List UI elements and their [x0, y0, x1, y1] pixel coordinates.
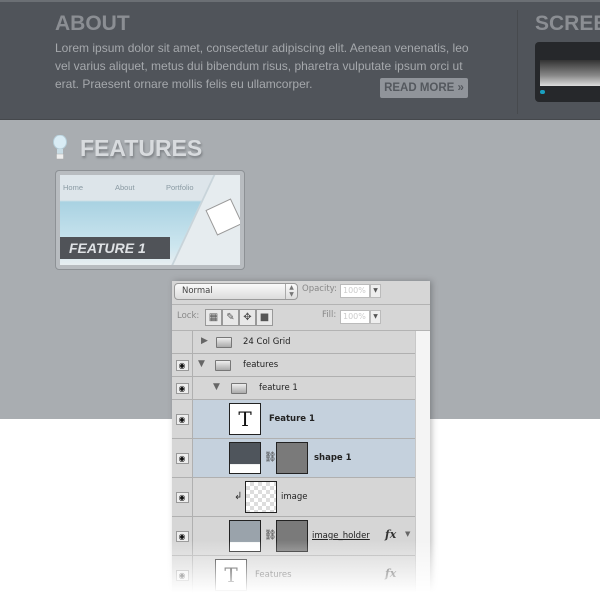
opacity-dropdown-arrow[interactable]: ▼ [370, 284, 381, 298]
clipping-arrow-icon: ↲ [234, 491, 243, 502]
eye-icon: ◉ [175, 491, 189, 503]
layer-name: features [243, 360, 279, 370]
feature-label: FEATURE 1 [60, 237, 170, 259]
visibility-toggle[interactable]: ◉ [172, 400, 193, 438]
about-title: ABOUT [55, 12, 130, 35]
visibility-toggle[interactable]: ◉ [172, 377, 193, 399]
layer-name: shape 1 [314, 453, 352, 463]
card-nav-item: Home [63, 183, 84, 192]
expand-arrow-icon[interactable]: ▶ [201, 336, 208, 346]
about-section: ABOUT Lorem ipsum dolor sit amet, consec… [0, 0, 600, 120]
layer-name: image_holder [312, 531, 370, 541]
eye-icon: ◉ [175, 530, 189, 542]
visibility-toggle[interactable]: ◉ [172, 556, 193, 594]
divider [517, 10, 518, 114]
link-icon[interactable]: ⛓ [264, 530, 277, 541]
lock-brush-icon[interactable]: ✎ [222, 309, 239, 326]
text-layer-thumbnail: T [215, 559, 247, 591]
layer-row[interactable]: ▶ 24 Col Grid [172, 331, 415, 354]
scrollbar[interactable] [415, 331, 430, 602]
folder-icon [216, 337, 232, 348]
layer-thumbnail [229, 520, 261, 552]
card-nav-item: About [115, 183, 135, 192]
layer-row-selected[interactable]: ◉ T Feature 1 [172, 400, 415, 439]
opacity-label: Opacity: [302, 284, 337, 294]
lock-label: Lock: [177, 311, 200, 321]
layer-row[interactable]: ◉ T Features fx [172, 556, 415, 595]
screens-title: SCREE [535, 12, 600, 35]
text-layer-thumbnail: T [229, 403, 261, 435]
layer-name: feature 1 [259, 383, 298, 393]
layer-name: 24 Col Grid [243, 337, 291, 347]
lock-move-icon[interactable]: ✥ [239, 309, 256, 326]
vector-mask-thumbnail [276, 520, 308, 552]
opacity-input[interactable]: 100% [340, 284, 370, 298]
updown-arrow-icon: ▲ ▼ [285, 284, 297, 299]
eye-icon: ◉ [175, 452, 189, 464]
lock-transparency-icon[interactable]: ▦ [205, 309, 222, 326]
visibility-toggle[interactable]: ◉ [172, 439, 193, 477]
layer-thumbnail [229, 442, 261, 474]
blend-mode-select[interactable]: Normal ▲ ▼ [174, 283, 298, 300]
image-layer-thumbnail [245, 481, 277, 513]
visibility-toggle[interactable]: ◉ [172, 354, 193, 376]
folder-icon [231, 383, 247, 394]
vector-mask-thumbnail [276, 442, 308, 474]
layer-row[interactable]: ◉ ⛓ image_holder fx ▼ [172, 517, 415, 556]
eye-icon: ◉ [175, 382, 189, 394]
screenshot-thumbnail[interactable] [535, 42, 600, 102]
layer-row[interactable]: ◉ ▼ features [172, 354, 415, 377]
feature-card[interactable]: Home About Portfolio FEATURE 1 [55, 170, 245, 270]
effects-toggle-arrow[interactable]: ▼ [405, 530, 410, 538]
eye-icon: ◉ [175, 413, 189, 425]
read-more-button[interactable]: READ MORE » [380, 78, 468, 98]
visibility-toggle[interactable] [172, 331, 193, 353]
lightbulb-icon [53, 135, 67, 160]
folder-icon [215, 360, 231, 371]
visibility-toggle[interactable]: ◉ [172, 517, 193, 555]
layer-row[interactable]: ◉ ▼ feature 1 [172, 377, 415, 400]
collapse-arrow-icon[interactable]: ▼ [198, 359, 205, 369]
layer-name: Features [255, 570, 292, 580]
layer-row-selected[interactable]: ◉ ⛓ shape 1 [172, 439, 415, 478]
link-icon[interactable]: ⛓ [264, 452, 277, 463]
layer-name: Feature 1 [269, 414, 315, 424]
layer-row[interactable]: ◉ ↲ image [172, 478, 415, 517]
layer-name: image [281, 492, 308, 502]
fill-label: Fill: [322, 310, 337, 320]
eye-icon: ◉ [175, 359, 189, 371]
card-nav-item: Portfolio [166, 183, 194, 192]
fx-icon[interactable]: fx [385, 528, 396, 541]
fx-icon[interactable]: fx [385, 567, 396, 580]
eye-icon: ◉ [175, 569, 189, 581]
fill-input[interactable]: 100% [340, 310, 370, 324]
layers-panel: Normal ▲ ▼ Opacity: 100% ▼ Lock: ▦ ✎ ✥ ■ F… [172, 281, 430, 602]
features-title: FEATURES [80, 135, 203, 161]
fill-dropdown-arrow[interactable]: ▼ [370, 310, 381, 324]
lock-all-icon[interactable]: ■ [256, 309, 273, 326]
visibility-toggle[interactable]: ◉ [172, 478, 193, 516]
collapse-arrow-icon[interactable]: ▼ [213, 382, 220, 392]
